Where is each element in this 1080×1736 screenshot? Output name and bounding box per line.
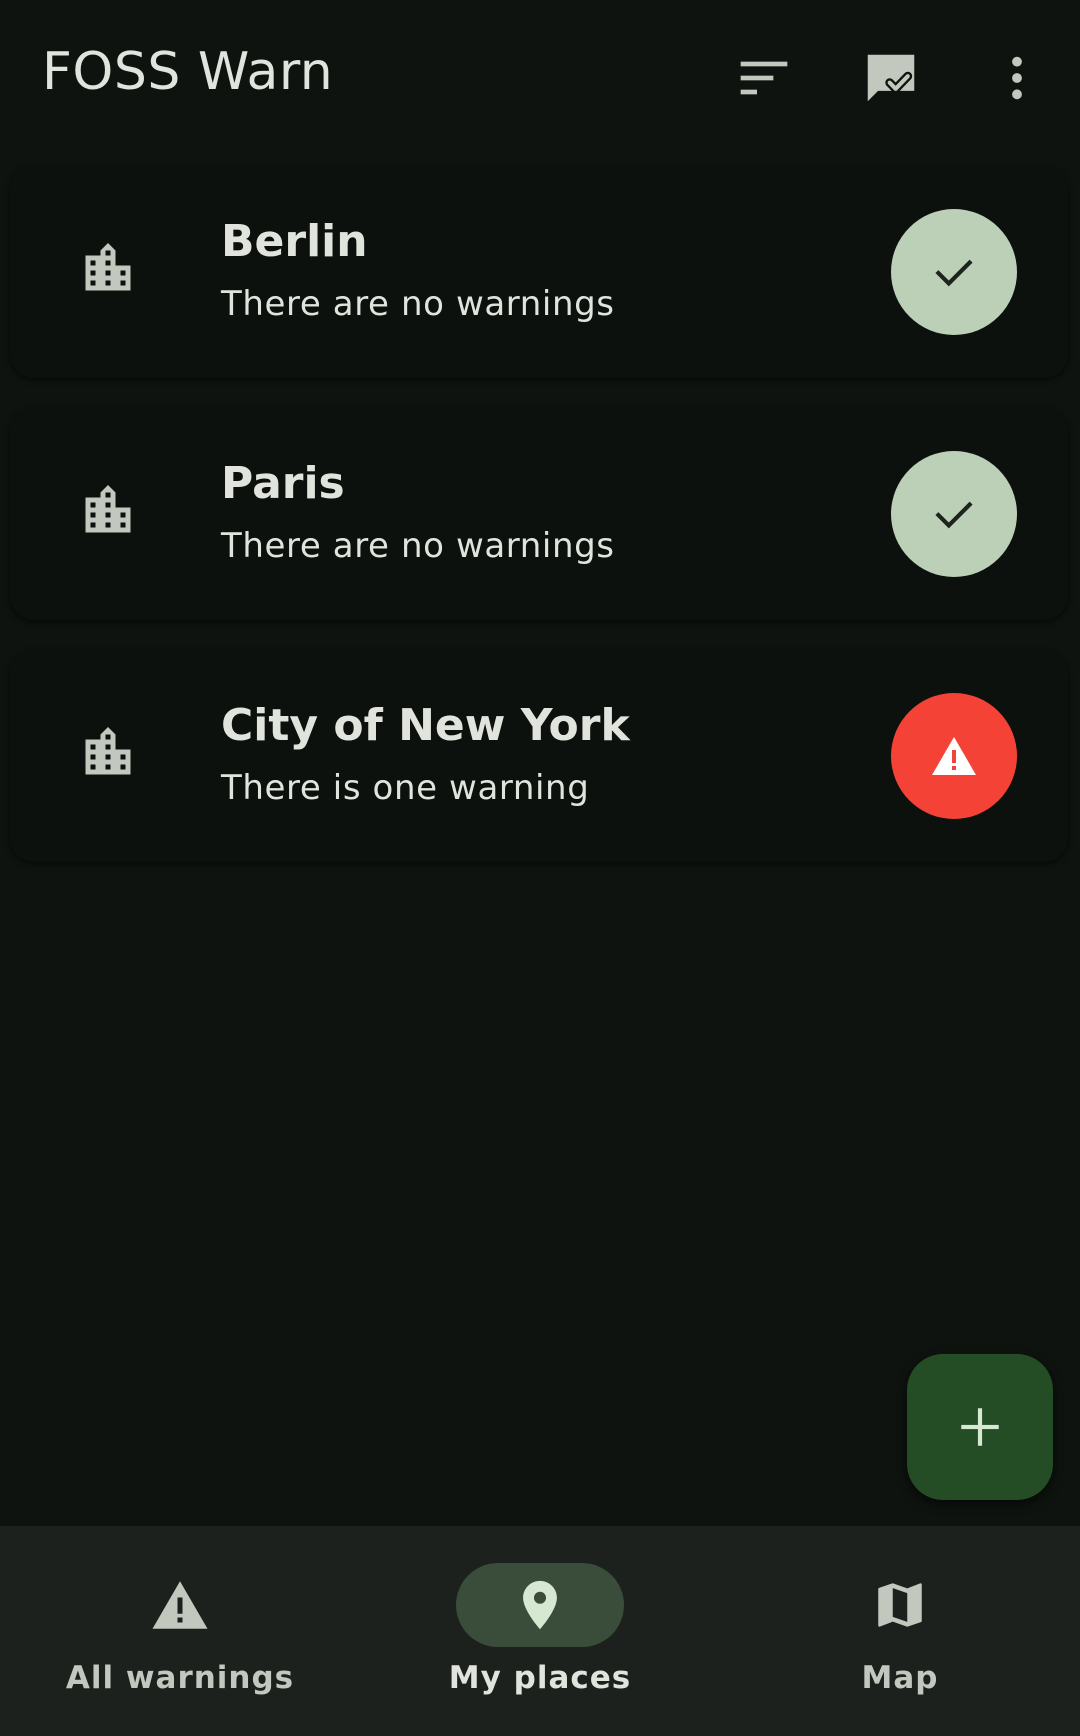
mark-all-read-icon <box>867 54 915 102</box>
place-name: City of New York <box>221 700 630 751</box>
warning-icon <box>932 737 976 775</box>
mark-all-read-button[interactable] <box>851 38 931 118</box>
more-vert-icon <box>1012 56 1022 100</box>
location-pin-icon <box>523 1580 557 1630</box>
place-status-text: There is one warning <box>221 768 590 808</box>
place-status-text: There are no warnings <box>221 526 615 566</box>
status-badge <box>891 209 1017 335</box>
check-icon <box>935 259 973 287</box>
nav-item-map[interactable]: Map <box>720 1526 1080 1736</box>
nav-label: My places <box>448 1660 632 1696</box>
nav-item-all-warnings[interactable]: All warnings <box>0 1526 360 1736</box>
plus-icon <box>961 1408 999 1446</box>
top-app-bar: FOSS Warn <box>0 0 1080 156</box>
city-icon <box>85 243 131 291</box>
city-icon <box>85 485 131 533</box>
bottom-navigation: All warnings My places Map <box>0 1526 1080 1736</box>
check-icon <box>935 501 973 529</box>
nav-label: All warnings <box>65 1660 295 1696</box>
place-status-text: There are no warnings <box>221 284 615 324</box>
sort-button[interactable] <box>724 38 804 118</box>
app-title: FOSS Warn <box>42 42 334 102</box>
sort-icon <box>740 61 788 95</box>
place-card-berlin[interactable]: Berlin There are no warnings <box>10 166 1068 378</box>
nav-item-my-places[interactable]: My places <box>360 1526 720 1736</box>
more-options-button[interactable] <box>977 38 1057 118</box>
status-badge <box>891 693 1017 819</box>
add-place-button[interactable] <box>907 1354 1053 1500</box>
place-name: Berlin <box>221 216 368 267</box>
status-badge <box>891 451 1017 577</box>
place-name: Paris <box>221 458 345 509</box>
warning-icon <box>152 1581 208 1629</box>
app-screen: FOSS Warn Berlin There are no warnings P… <box>0 0 1080 1736</box>
place-card-new-york[interactable]: City of New York There is one warning <box>10 650 1068 862</box>
nav-indicator-active <box>456 1563 624 1647</box>
city-icon <box>85 727 131 775</box>
nav-label: Map <box>861 1660 939 1696</box>
nav-indicator <box>816 1563 984 1647</box>
map-icon <box>878 1583 922 1627</box>
nav-indicator <box>96 1563 264 1647</box>
place-card-paris[interactable]: Paris There are no warnings <box>10 408 1068 620</box>
